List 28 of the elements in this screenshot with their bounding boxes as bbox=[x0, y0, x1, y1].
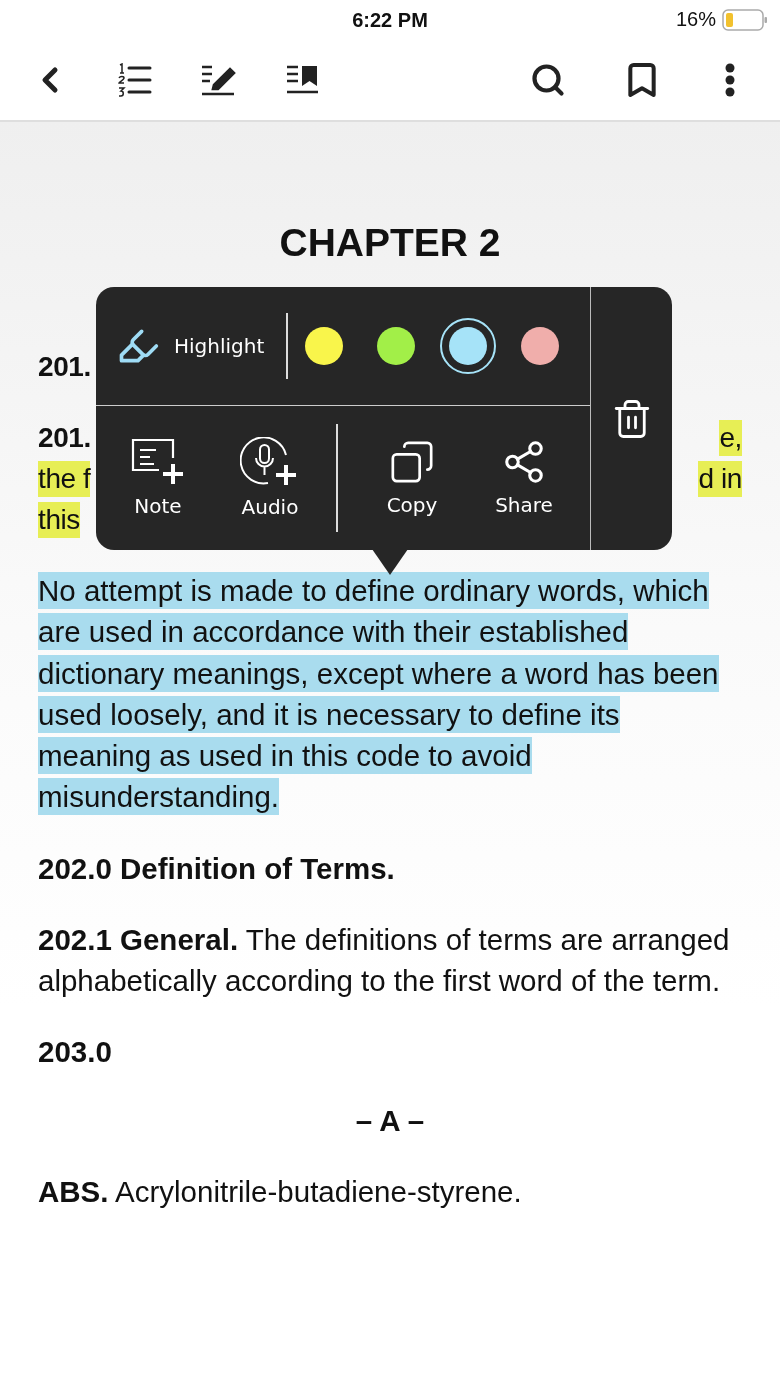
definition-paragraph: 202.1 General. The definitions of terms are arranged alphabetically according to the first word of the term. bbox=[38, 921, 731, 1000]
note-button[interactable]: Note bbox=[102, 438, 214, 518]
highlighted-paragraph: No attempt is made to define ordinary words, which are used in accordance with their established dictionary meanings, except where a word has been used loosely, and it is necessary to define its meaning as used in this code to avoid misunderstanding. bbox=[38, 571, 720, 818]
audio-button[interactable]: Audio bbox=[214, 437, 326, 519]
battery-icon bbox=[722, 8, 768, 31]
definition-paragraph: ABS. Acrylonitrile-butadiene-styrene. bbox=[38, 1174, 523, 1211]
status-time: 6:22 PM bbox=[352, 8, 428, 32]
text-fragment: d in bbox=[698, 460, 742, 497]
battery-percentage: 16% bbox=[675, 8, 716, 31]
share-button[interactable]: Share bbox=[468, 439, 580, 517]
bookmarks-list-icon[interactable] bbox=[285, 64, 319, 96]
text-fragment: 201. bbox=[38, 420, 91, 455]
note-add-icon bbox=[131, 438, 185, 486]
chapter-title: CHAPTER 2 bbox=[278, 220, 502, 266]
copy-icon bbox=[389, 439, 435, 485]
letter-divider: – A – bbox=[354, 1103, 426, 1140]
section-heading: 203.0 bbox=[38, 1034, 113, 1071]
text-fragment: this bbox=[38, 501, 80, 538]
text-fragment: 201. bbox=[38, 349, 91, 384]
color-swatch[interactable] bbox=[440, 318, 497, 374]
section-heading: 202.0 Definition of Terms. bbox=[38, 850, 396, 887]
notes-list-icon[interactable] bbox=[200, 64, 236, 96]
search-icon bbox=[530, 62, 566, 98]
text-fragment: e, bbox=[719, 419, 742, 456]
numbered-list-icon[interactable] bbox=[116, 63, 152, 97]
copy-button[interactable]: Copy bbox=[356, 439, 468, 517]
highlight-button[interactable]: Highlight bbox=[116, 324, 265, 368]
more-icon bbox=[725, 63, 735, 97]
